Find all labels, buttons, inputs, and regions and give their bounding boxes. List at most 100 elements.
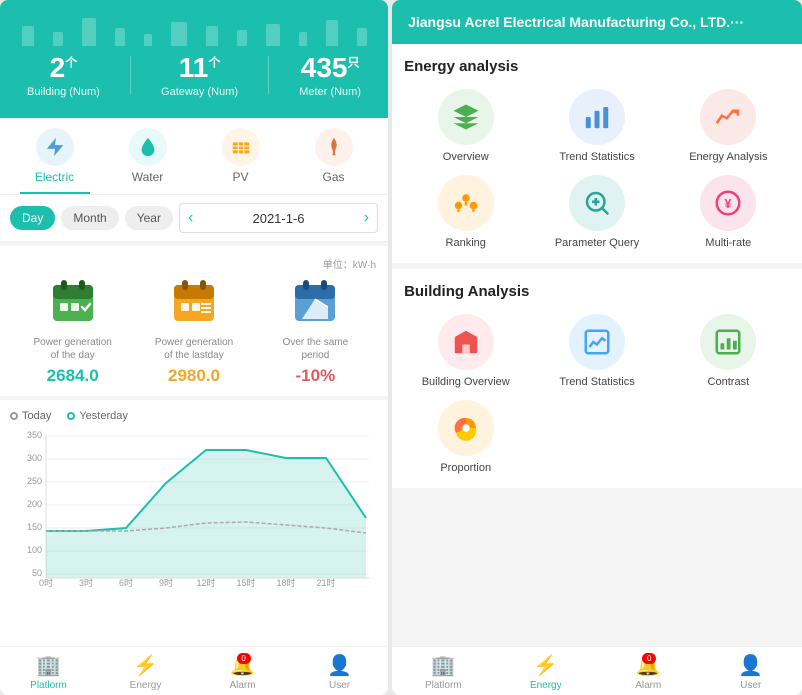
menu-multi-rate[interactable]: ¥ Multi-rate	[667, 175, 790, 249]
app-container: 2个 Building (Num) 11个 Gateway (Num) 435只…	[0, 0, 802, 695]
menu-overview[interactable]: Overview	[404, 89, 527, 163]
building-analysis-grid: Building Overview Trend Statistics Contr…	[404, 314, 790, 474]
energy-analysis-title: Energy analysis	[404, 58, 790, 75]
svg-text:350: 350	[27, 430, 42, 440]
svg-text:250: 250	[27, 476, 42, 486]
menu-building-trend[interactable]: Trend Statistics	[535, 314, 658, 388]
platform-icon: 🏢	[36, 653, 61, 678]
yesterday-legend-label: Yesterday	[79, 410, 128, 422]
svg-text:200: 200	[27, 499, 42, 509]
metric-today-value: 2684.0	[18, 366, 127, 386]
svg-text:18时: 18时	[277, 577, 296, 588]
electric-icon	[36, 128, 74, 166]
left-nav-alarm[interactable]: 0 🔔 Alarm	[194, 653, 291, 691]
energy-analysis-grid: Overview Trend Statistics Energy Analysi…	[404, 89, 790, 249]
svg-text:50: 50	[32, 568, 42, 578]
menu-trend-stats[interactable]: Trend Statistics	[535, 89, 658, 163]
contrast-label: Contrast	[708, 376, 750, 388]
period-year-btn[interactable]: Year	[125, 206, 173, 230]
svg-text:¥: ¥	[725, 197, 732, 211]
svg-text:150: 150	[27, 522, 42, 532]
energy-analysis-section: Energy analysis Overview Trend Statistic…	[392, 44, 802, 263]
energy-analysis-circle	[700, 89, 756, 145]
proportion-label: Proportion	[440, 462, 491, 474]
overview-label: Overview	[443, 151, 489, 163]
water-icon	[129, 128, 167, 166]
calendar-blue-icon	[290, 277, 340, 327]
user-icon: 👤	[327, 653, 352, 678]
menu-energy-analysis[interactable]: Energy Analysis	[667, 89, 790, 163]
svg-text:9时: 9时	[159, 577, 173, 588]
today-legend-label: Today	[22, 410, 51, 422]
building-number: 2	[50, 52, 66, 83]
svg-text:3时: 3时	[79, 577, 93, 588]
multi-rate-circle: ¥	[700, 175, 756, 231]
contrast-circle	[700, 314, 756, 370]
right-nav-alarm[interactable]: 0 🔔 Alarm	[597, 653, 699, 691]
right-bottom-nav: 🏢 Platlorm ⚡ Energy 0 🔔 Alarm 👤 User	[392, 646, 802, 695]
right-nav-user[interactable]: 👤 User	[700, 653, 802, 691]
stat-gateway: 11个 Gateway (Num)	[161, 52, 238, 98]
menu-building-overview[interactable]: Building Overview	[404, 314, 527, 388]
ranking-label: Ranking	[446, 237, 486, 249]
calendar-yellow-icon	[169, 277, 219, 327]
building-analysis-title: Building Analysis	[404, 283, 790, 300]
date-row: Day Month Year ‹ 2021-1-6 ›	[0, 195, 388, 242]
stat-building: 2个 Building (Num)	[27, 52, 100, 98]
menu-contrast[interactable]: Contrast	[667, 314, 790, 388]
chart-legend: Today Yesterday	[10, 410, 378, 422]
right-nav-energy[interactable]: ⚡ Energy	[495, 653, 597, 691]
energy-icon: ⚡	[133, 653, 158, 678]
trend-stats-label: Trend Statistics	[559, 151, 634, 163]
menu-ranking[interactable]: Ranking	[404, 175, 527, 249]
right-content: Energy analysis Overview Trend Statistic…	[392, 44, 802, 646]
tab-pv[interactable]: PV	[206, 128, 276, 194]
building-analysis-section: Building Analysis Building Overview Tren…	[392, 269, 802, 488]
svg-text:0时: 0时	[39, 577, 53, 588]
left-header: 2个 Building (Num) 11个 Gateway (Num) 435只…	[0, 0, 388, 118]
menu-proportion[interactable]: Proportion	[404, 400, 527, 474]
tab-water[interactable]: Water	[113, 128, 183, 194]
energy-analysis-label: Energy Analysis	[689, 151, 767, 163]
parameter-query-circle	[569, 175, 625, 231]
parameter-query-label: Parameter Query	[555, 237, 639, 249]
svg-text:6时: 6时	[119, 577, 133, 588]
svg-text:15时: 15时	[237, 577, 256, 588]
svg-text:21时: 21时	[317, 577, 336, 588]
tab-gas[interactable]: Gas	[299, 128, 369, 194]
period-day-btn[interactable]: Day	[10, 206, 55, 230]
date-display: ‹ 2021-1-6 ›	[179, 203, 378, 233]
meter-label: Meter (Num)	[299, 86, 361, 98]
company-name: Jiangsu Acrel Electrical Manufacturing C…	[408, 14, 744, 30]
stat-meter: 435只 Meter (Num)	[299, 52, 361, 98]
left-nav-user[interactable]: 👤 User	[291, 653, 388, 691]
pv-icon	[222, 128, 260, 166]
r-user-icon: 👤	[738, 653, 763, 678]
left-nav-energy[interactable]: ⚡ Energy	[97, 653, 194, 691]
period-month-btn[interactable]: Month	[61, 206, 118, 230]
left-panel: 2个 Building (Num) 11个 Gateway (Num) 435只…	[0, 0, 388, 695]
date-prev-btn[interactable]: ‹	[188, 209, 193, 227]
metric-today: Power generationof the day 2684.0	[18, 277, 127, 386]
r-platform-icon: 🏢	[431, 653, 456, 678]
right-nav-platform[interactable]: 🏢 Platlorm	[392, 653, 494, 691]
building-trend-circle	[569, 314, 625, 370]
buildings-bg	[12, 16, 376, 46]
metric-lastday-value: 2980.0	[139, 366, 248, 386]
chart-svg: 350 300 250 200 150 100 50	[10, 428, 378, 588]
today-legend-dot	[10, 412, 18, 420]
right-panel: Jiangsu Acrel Electrical Manufacturing C…	[392, 0, 802, 695]
ranking-circle	[438, 175, 494, 231]
meter-number: 435	[301, 52, 348, 83]
category-tabs: Electric Water PV Gas	[0, 118, 388, 195]
date-next-btn[interactable]: ›	[364, 209, 369, 227]
left-nav-platform[interactable]: 🏢 Platlorm	[0, 653, 97, 691]
metrics-row: Power generationof the day 2684.0	[12, 277, 376, 386]
date-value: 2021-1-6	[252, 211, 304, 226]
svg-text:100: 100	[27, 545, 42, 555]
tab-electric[interactable]: Electric	[20, 128, 90, 194]
multi-rate-label: Multi-rate	[705, 237, 751, 249]
right-header: Jiangsu Acrel Electrical Manufacturing C…	[392, 0, 802, 44]
yesterday-legend-dot	[67, 412, 75, 420]
menu-parameter-query[interactable]: Parameter Query	[535, 175, 658, 249]
